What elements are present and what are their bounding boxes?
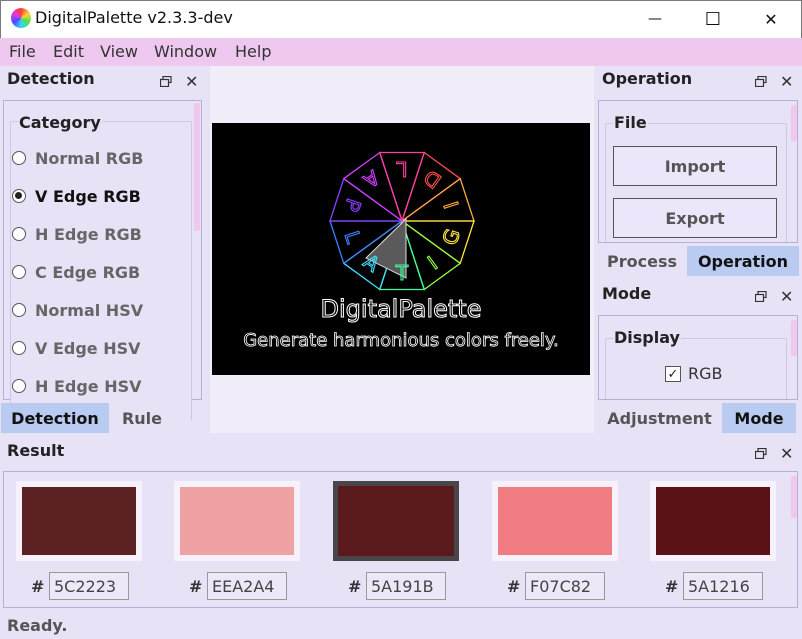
category-option-label: C Edge RGB xyxy=(35,262,141,282)
tab-operation[interactable]: Operation xyxy=(687,246,799,276)
category-option[interactable]: Normal RGB xyxy=(12,147,143,169)
menu-window[interactable]: Window xyxy=(154,42,217,61)
app-logo-icon xyxy=(11,8,31,28)
tab-process[interactable]: Process xyxy=(598,246,686,276)
rgb-checkbox-label: RGB xyxy=(688,364,723,383)
category-option-label: Normal RGB xyxy=(35,148,144,168)
detection-float-icon[interactable] xyxy=(160,76,172,87)
maximize-icon: ☐ xyxy=(704,8,722,30)
result-scrollbar[interactable] xyxy=(791,476,797,518)
logo-letter: L xyxy=(396,157,408,181)
category-option[interactable]: V Edge HSV xyxy=(12,337,141,359)
file-group-label: File xyxy=(613,113,648,132)
category-option[interactable]: V Edge RGB xyxy=(12,185,141,207)
mode-float-icon[interactable] xyxy=(755,291,767,302)
color-swatch[interactable] xyxy=(656,487,770,555)
close-button[interactable]: ✕ xyxy=(742,0,800,38)
logo-letter: G xyxy=(437,226,465,248)
checkmark-icon: ✓ xyxy=(667,366,679,382)
export-button[interactable]: Export xyxy=(613,198,777,238)
tab-mode[interactable]: Mode xyxy=(722,403,796,433)
display-group-label: Display xyxy=(613,328,681,347)
mode-panel-title: Mode xyxy=(602,284,652,303)
category-label: Category xyxy=(18,113,102,132)
color-swatch-frame[interactable] xyxy=(650,481,776,561)
radio-button[interactable] xyxy=(12,265,26,279)
result-float-icon[interactable] xyxy=(755,448,767,459)
rgb-checkbox[interactable]: ✓ xyxy=(665,366,681,382)
detection-panel-title: Detection xyxy=(7,69,95,88)
detection-close-icon[interactable]: ✕ xyxy=(185,74,198,90)
logo-letter: T xyxy=(395,261,409,285)
window-title: DigitalPalette v2.3.3-dev xyxy=(35,8,233,27)
logo-letter: A xyxy=(359,165,384,193)
tab-detection[interactable]: Detection xyxy=(1,403,109,433)
logo-letter: L xyxy=(340,228,367,247)
category-option-label: V Edge HSV xyxy=(35,338,141,358)
minimize-icon: — xyxy=(648,11,662,27)
mode-scroll-area: Display ✓ RGB xyxy=(598,315,798,400)
logo-letter: I xyxy=(439,198,464,211)
menu-help[interactable]: Help xyxy=(235,42,271,61)
import-button[interactable]: Import xyxy=(613,146,777,186)
category-option-label: H Edge RGB xyxy=(35,224,142,244)
color-swatch[interactable] xyxy=(180,487,294,555)
result-panel-title: Result xyxy=(7,441,65,460)
operation-scroll-area: File Import Export xyxy=(598,100,798,243)
color-swatch-frame[interactable] xyxy=(492,481,618,561)
hex-input[interactable]: 5C2223 xyxy=(49,572,129,600)
operation-float-icon[interactable] xyxy=(755,76,767,87)
tab-rule[interactable]: Rule xyxy=(109,403,175,433)
detection-scroll-area: Category Normal RGB V Edge RGB H Edge RGB C… xyxy=(3,100,202,421)
category-option-label: H Edge HSV xyxy=(35,376,142,396)
menu-file[interactable]: File xyxy=(9,42,36,61)
mode-close-icon[interactable]: ✕ xyxy=(780,289,793,305)
operation-close-icon[interactable]: ✕ xyxy=(780,74,793,90)
mode-scrollbar[interactable] xyxy=(791,320,797,356)
maximize-button[interactable]: ☐ xyxy=(684,0,742,38)
menu-edit[interactable]: Edit xyxy=(53,42,84,61)
radio-button[interactable] xyxy=(12,151,26,165)
color-swatch[interactable] xyxy=(22,487,136,555)
color-swatch[interactable] xyxy=(338,486,454,556)
color-swatch[interactable] xyxy=(498,487,612,555)
radio-button[interactable] xyxy=(12,341,26,355)
category-option[interactable]: H Edge RGB xyxy=(12,223,142,245)
logo-letter: D xyxy=(419,165,446,193)
tab-adjustment[interactable]: Adjustment xyxy=(598,403,721,433)
category-option[interactable]: H Edge HSV xyxy=(12,375,142,397)
close-icon: ✕ xyxy=(764,9,778,29)
radio-button[interactable] xyxy=(12,189,26,203)
detection-scrollbar[interactable] xyxy=(194,103,200,231)
hex-input[interactable]: EEA2A4 xyxy=(207,572,287,600)
canvas-headline: DigitalPalette xyxy=(320,295,482,324)
image-canvas[interactable]: DIGITALPAL DigitalPalette Generate harmo… xyxy=(212,123,590,375)
result-close-icon[interactable]: ✕ xyxy=(780,446,793,462)
color-swatch-frame[interactable] xyxy=(333,481,459,561)
hex-input[interactable]: 5A1216 xyxy=(683,572,763,600)
menu-view[interactable]: View xyxy=(100,42,138,61)
canvas-tagline: Generate harmonious colors freely. xyxy=(243,330,559,352)
hex-input[interactable]: F07C82 xyxy=(525,572,605,600)
category-option-label: V Edge RGB xyxy=(35,186,141,206)
category-option-label: Normal HSV xyxy=(35,300,144,320)
hex-input[interactable]: 5A191B xyxy=(366,572,446,600)
radio-button[interactable] xyxy=(12,227,26,241)
color-swatch-frame[interactable] xyxy=(16,481,142,561)
operation-scrollbar[interactable] xyxy=(791,105,797,141)
radio-button[interactable] xyxy=(12,379,26,393)
operation-panel-title: Operation xyxy=(602,69,693,88)
radio-button[interactable] xyxy=(12,303,26,317)
logo-letter: I xyxy=(423,251,442,274)
minimize-button[interactable]: — xyxy=(626,0,684,38)
status-text: Ready. xyxy=(7,616,68,635)
category-option[interactable]: Normal HSV xyxy=(12,299,143,321)
color-swatch-frame[interactable] xyxy=(174,481,300,561)
logo-letter: P xyxy=(339,196,366,215)
category-option[interactable]: C Edge RGB xyxy=(12,261,140,283)
